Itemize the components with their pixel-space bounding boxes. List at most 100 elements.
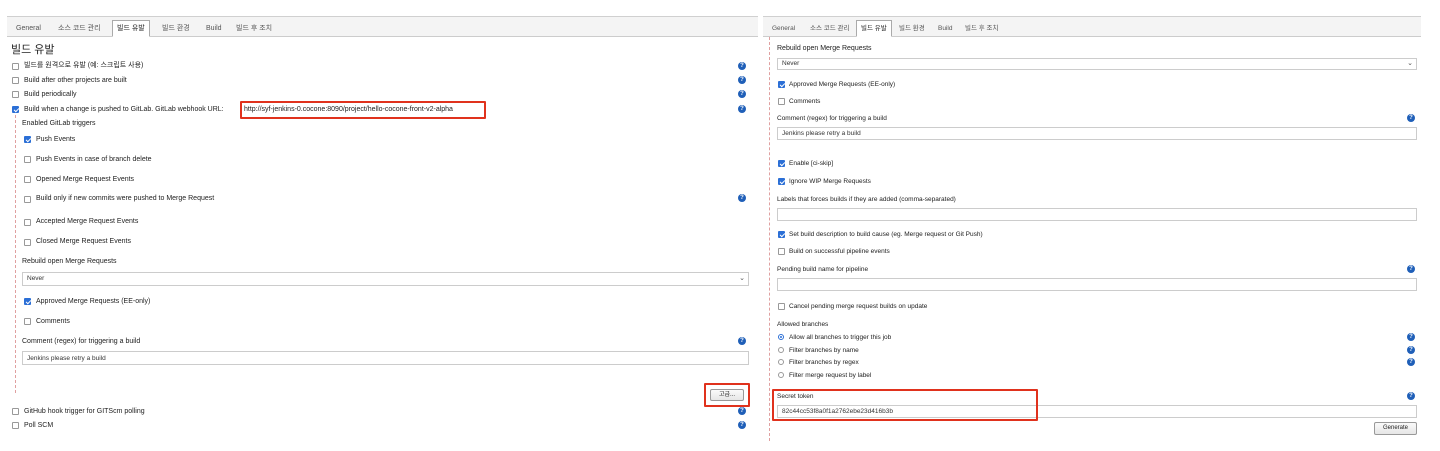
help-icon[interactable]: ?	[738, 76, 746, 84]
label-enabled-triggers: Enabled GitLab triggers	[22, 120, 96, 127]
checkbox-after-other[interactable]	[12, 77, 19, 84]
nested-indent	[15, 115, 16, 393]
label-approved-mr: Approved Merge Requests (EE-only)	[36, 298, 151, 305]
help-icon[interactable]: ?	[738, 194, 746, 202]
label-filter-regex: Filter branches by regex	[789, 359, 859, 366]
advanced-button[interactable]: 고급...	[710, 389, 744, 401]
labels-force-input[interactable]	[777, 208, 1417, 221]
radio-filter-name[interactable]	[778, 347, 784, 353]
help-icon[interactable]: ?	[738, 105, 746, 113]
help-icon[interactable]: ?	[1407, 114, 1415, 122]
label-after-other: Build after other projects are built	[24, 77, 127, 84]
help-icon[interactable]: ?	[1407, 392, 1415, 400]
tab-general[interactable]: General	[11, 20, 46, 37]
label-remote: 빌드를 원격으로 유발 (예: 스크립트 사용)	[24, 62, 144, 69]
help-icon[interactable]: ?	[738, 337, 746, 345]
label-secret-token: Secret token	[777, 393, 814, 400]
comment-regex-input[interactable]	[777, 127, 1417, 140]
help-icon[interactable]: ?	[738, 62, 746, 70]
checkbox-ignore-wip[interactable]	[778, 178, 785, 185]
checkbox-remote[interactable]	[12, 63, 19, 70]
radio-filter-label[interactable]	[778, 372, 784, 378]
label-github-hook: GitHub hook trigger for GITScm polling	[24, 408, 145, 415]
help-icon[interactable]: ?	[1407, 333, 1415, 341]
checkbox-set-description[interactable]	[778, 231, 785, 238]
help-icon[interactable]: ?	[1407, 265, 1415, 273]
checkbox-ci-skip[interactable]	[778, 160, 785, 167]
rebuild-open-mr-select[interactable]: Never ⌄	[22, 272, 749, 286]
tab-build[interactable]: Build	[201, 20, 227, 37]
label-cancel-pending: Cancel pending merge request builds on u…	[789, 303, 928, 310]
generate-button[interactable]: Generate	[1374, 422, 1417, 435]
tab-build[interactable]: Build	[933, 20, 957, 37]
checkbox-accepted-mr[interactable]	[24, 219, 31, 226]
right-panel: General 소스 코드 관리 빌드 유발 빌드 환경 Build 빌드 후 …	[763, 16, 1421, 441]
rebuild-select-value: Never	[782, 60, 800, 67]
help-icon[interactable]: ?	[738, 90, 746, 98]
label-pending-build: Pending build name for pipeline	[777, 266, 869, 273]
label-push-branch-delete: Push Events in case of branch delete	[36, 156, 152, 163]
checkbox-push-branch-delete[interactable]	[24, 156, 31, 163]
label-ci-skip: Enable [ci-skip]	[789, 160, 834, 167]
label-only-new-commits: Build only if new commits were pushed to…	[36, 195, 215, 202]
tab-build-env[interactable]: 빌드 환경	[157, 20, 195, 37]
secret-token-input[interactable]	[777, 405, 1417, 418]
checkbox-gitlab[interactable]	[12, 106, 19, 113]
checkbox-poll-scm[interactable]	[12, 422, 19, 429]
checkbox-only-new-commits[interactable]	[24, 196, 31, 203]
pending-build-input[interactable]	[777, 278, 1417, 291]
checkbox-pipeline-events[interactable]	[778, 248, 785, 255]
label-ignore-wip: Ignore WIP Merge Requests	[789, 178, 871, 185]
radio-allow-all[interactable]	[778, 334, 784, 340]
webhook-url: http://syf-jenkins-0.cocone:8090/project…	[244, 106, 453, 113]
label-opened-mr: Opened Merge Request Events	[36, 176, 135, 183]
help-icon[interactable]: ?	[738, 407, 746, 415]
checkbox-cancel-pending[interactable]	[778, 303, 785, 310]
checkbox-comments[interactable]	[24, 318, 31, 325]
chevron-down-icon: ⌄	[1407, 60, 1413, 67]
label-allow-all: Allow all branches to trigger this job	[789, 334, 892, 341]
label-approved-mr: Approved Merge Requests (EE-only)	[789, 81, 896, 88]
label-rebuild-open-mr: Rebuild open Merge Requests	[22, 258, 117, 265]
tab-post-build[interactable]: 빌드 후 조치	[960, 20, 1004, 37]
tab-build-triggers[interactable]: 빌드 유발	[856, 20, 892, 37]
rebuild-open-mr-select[interactable]: Never ⌄	[777, 58, 1417, 70]
tab-build-env[interactable]: 빌드 환경	[894, 20, 930, 37]
label-poll-scm: Poll SCM	[24, 422, 54, 429]
label-accepted-mr: Accepted Merge Request Events	[36, 218, 139, 225]
config-tabs: General 소스 코드 관리 빌드 유발 빌드 환경 Build 빌드 후 …	[763, 17, 1421, 37]
label-rebuild-open-mr: Rebuild open Merge Requests	[777, 45, 872, 52]
chevron-down-icon: ⌄	[739, 275, 745, 282]
label-closed-mr: Closed Merge Request Events	[36, 238, 131, 245]
help-icon[interactable]: ?	[1407, 358, 1415, 366]
help-icon[interactable]: ?	[1407, 346, 1415, 354]
checkbox-push-events[interactable]	[24, 136, 31, 143]
label-labels-force: Labels that forces builds if they are ad…	[777, 196, 956, 203]
comment-regex-input[interactable]	[22, 351, 749, 365]
label-periodically: Build periodically	[24, 91, 77, 98]
label-pipeline-events: Build on successful pipeline events	[789, 248, 890, 255]
label-filter-name: Filter branches by name	[789, 347, 859, 354]
tab-post-build[interactable]: 빌드 후 조치	[231, 20, 277, 37]
help-icon[interactable]: ?	[738, 421, 746, 429]
label-allowed-branches: Allowed branches	[777, 321, 829, 328]
label-comments: Comments	[36, 318, 70, 325]
label-set-description: Set build description to build cause (eg…	[789, 231, 983, 238]
checkbox-periodically[interactable]	[12, 91, 19, 98]
tab-build-triggers[interactable]: 빌드 유발	[112, 20, 150, 37]
checkbox-comments[interactable]	[778, 98, 785, 105]
checkbox-approved-mr[interactable]	[24, 298, 31, 305]
section-title: 빌드 유발	[11, 44, 55, 56]
radio-filter-regex[interactable]	[778, 359, 784, 365]
checkbox-github-hook[interactable]	[12, 408, 19, 415]
checkbox-opened-mr[interactable]	[24, 176, 31, 183]
tab-scm[interactable]: 소스 코드 관리	[53, 20, 106, 37]
label-push-events: Push Events	[36, 136, 76, 143]
label-comment-regex: Comment (regex) for triggering a build	[777, 115, 887, 122]
checkbox-approved-mr[interactable]	[778, 81, 785, 88]
tab-scm[interactable]: 소스 코드 관리	[805, 20, 855, 37]
label-gitlab: Build when a change is pushed to GitLab.…	[24, 106, 224, 113]
tab-general[interactable]: General	[767, 20, 800, 37]
checkbox-closed-mr[interactable]	[24, 239, 31, 246]
config-tabs: General 소스 코드 관리 빌드 유발 빌드 환경 Build 빌드 후 …	[7, 17, 758, 37]
